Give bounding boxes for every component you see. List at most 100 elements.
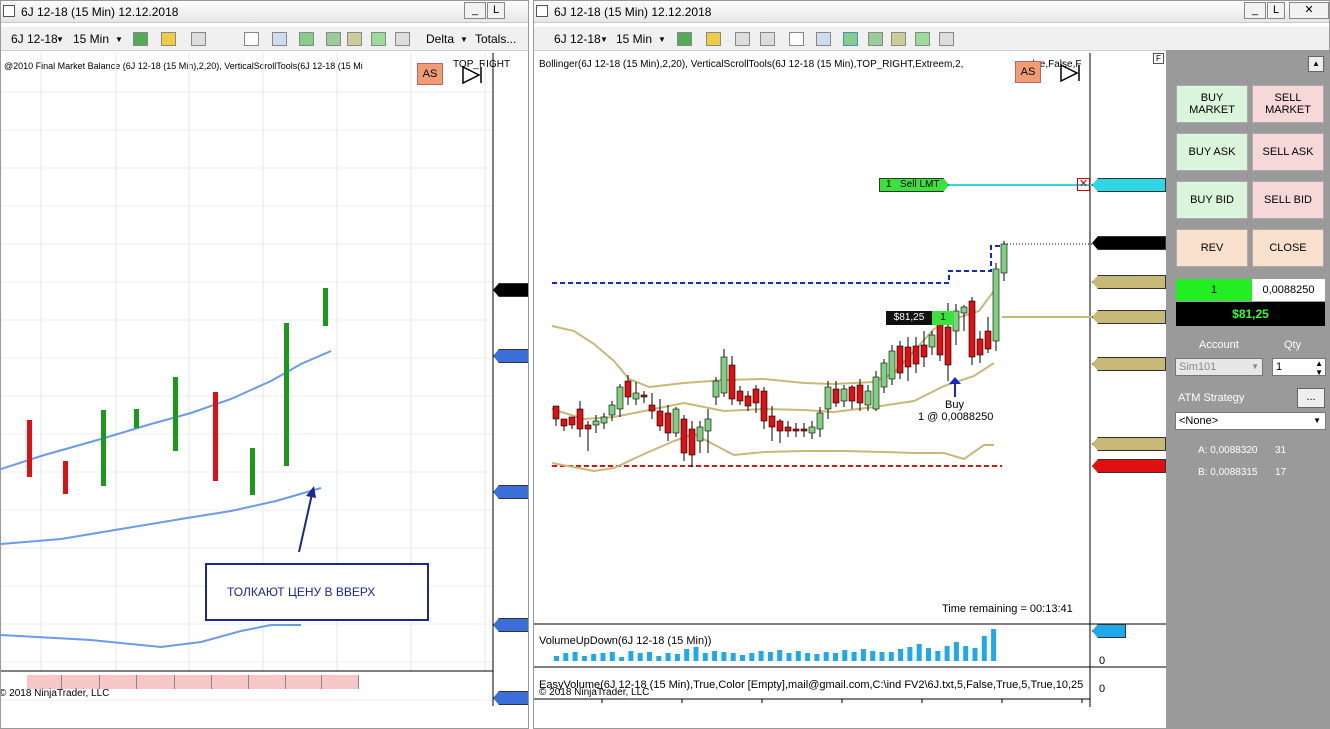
annotation-text: ТОЛКАЮТ ЦЕНУ В ВВЕРХ: [227, 585, 376, 599]
candle-body: [960, 306, 968, 314]
atm-strategy-label: ATM Strategy: [1178, 392, 1245, 404]
cursor-icon[interactable]: [244, 32, 259, 46]
footprint-bar: [213, 392, 218, 481]
volume-bar: [619, 657, 625, 661]
price-marker: [493, 485, 528, 499]
buy-market-button[interactable]: BUY MARKET: [1176, 85, 1248, 123]
chevron-down-icon[interactable]: ▼: [115, 35, 123, 44]
time-remaining: Time remaining = 00:13:41: [942, 603, 1073, 615]
chevron-down-icon: ▼: [1251, 362, 1259, 371]
sell-order-tag[interactable]: 1 Sell LMT: [879, 178, 949, 192]
volume-bar: [563, 653, 569, 661]
volume-bar: [907, 647, 913, 661]
candle-body: [736, 390, 744, 402]
volume-bar: [870, 651, 876, 661]
candle-body: [896, 345, 904, 374]
price-marker-stop: [1092, 459, 1166, 473]
qty-stepper[interactable]: 1 ▲ ▼: [1272, 358, 1326, 377]
account-select[interactable]: Sim101 ▼: [1175, 358, 1263, 376]
strategies-icon[interactable]: [347, 32, 362, 46]
volume-bar: [693, 647, 699, 661]
sell-ask-button[interactable]: SELL ASK: [1252, 133, 1324, 171]
volume-bar: [712, 651, 718, 661]
volume-bar: [758, 651, 764, 661]
delta-total-cell: [62, 675, 100, 689]
chevron-down-icon[interactable]: ▼: [460, 35, 468, 44]
cancel-order-icon[interactable]: ✕: [1077, 178, 1090, 191]
atm-value: <None>: [1179, 415, 1219, 427]
sell-order-qty: 1: [886, 179, 892, 190]
annotation-arrow: [298, 493, 313, 553]
footprint-bar: [323, 288, 328, 326]
pnl-display: $81,25: [1176, 302, 1325, 326]
bid-price: B: 0,0088315: [1198, 467, 1258, 478]
link-button[interactable]: L: [487, 2, 505, 19]
candle-body: [616, 386, 624, 410]
candle-body: [688, 428, 696, 456]
crosshair-icon[interactable]: [191, 32, 206, 46]
scroll-end-icon[interactable]: [461, 65, 485, 85]
sell-bid-button[interactable]: SELL BID: [1252, 181, 1324, 219]
price-marker: [493, 618, 528, 632]
volume-bar: [916, 644, 922, 661]
sell-market-button[interactable]: SELL MARKET: [1252, 85, 1324, 123]
ask-size: 31: [1275, 445, 1287, 456]
instrument-selector[interactable]: 6J 12-18: [11, 32, 58, 46]
position-tag[interactable]: $81,25 1: [886, 311, 954, 325]
chevron-down-icon: ▼: [1313, 416, 1321, 425]
chevron-down-icon[interactable]: ▼: [56, 35, 64, 44]
minimize-button[interactable]: _: [464, 2, 486, 19]
stepper-down-icon[interactable]: ▼: [1315, 365, 1323, 381]
price-marker-position: [1092, 310, 1166, 324]
volume-bar: [637, 653, 643, 661]
volume-bar: [842, 650, 848, 661]
left-indicator-label: @2010 Final Market Balance (6J 12-18 (15…: [4, 61, 363, 71]
candle-body: [672, 408, 680, 434]
bar-type-icon[interactable]: [133, 32, 148, 46]
annotation-box: ТОЛКАЮТ ЦЕНУ В ВВЕРХ: [205, 563, 429, 621]
candle-body: [984, 330, 992, 350]
pencil-icon[interactable]: [161, 32, 176, 46]
totals-dropdown[interactable]: Totals...: [475, 32, 516, 46]
volume-bar: [814, 654, 820, 661]
footprint-bar: [173, 377, 178, 451]
close-position-button[interactable]: CLOSE: [1252, 229, 1324, 267]
candle-body: [856, 384, 864, 404]
volume-bar: [786, 653, 792, 661]
entry-line: [552, 245, 1002, 284]
volume-bar: [609, 652, 615, 661]
candle-body: [664, 412, 672, 434]
zoom-icon[interactable]: [272, 32, 287, 46]
volume-bar: [991, 629, 997, 661]
interval-selector[interactable]: 15 Min: [73, 32, 109, 46]
candle-body: [944, 326, 952, 366]
delta-dropdown[interactable]: Delta: [426, 32, 454, 46]
candle-body: [976, 338, 984, 356]
candle-body: [928, 334, 936, 348]
left-toolbar: 6J 12-18 ▼ 15 Min ▼ Delta ▼ Totals...: [1, 27, 528, 51]
candle-body: [864, 390, 872, 406]
candle-body: [1000, 243, 1008, 274]
as-button[interactable]: AS: [417, 63, 443, 85]
price-marker-volume: [1092, 624, 1126, 638]
price-marker-bb-mid: [1092, 357, 1166, 371]
volume-bar: [554, 656, 559, 661]
candle-body: [744, 395, 752, 407]
atm-strategy-select[interactable]: <None> ▼: [1175, 412, 1326, 430]
candle-body: [784, 426, 792, 432]
properties-icon[interactable]: [395, 32, 410, 46]
data-box-icon[interactable]: [299, 32, 314, 46]
atm-settings-button[interactable]: ...: [1297, 388, 1325, 408]
volume-bar: [860, 649, 866, 661]
buy-ask-button[interactable]: BUY ASK: [1176, 133, 1248, 171]
dollar-icon[interactable]: [371, 32, 386, 46]
volume-bar: [656, 656, 662, 661]
volume-bar: [953, 642, 959, 661]
volume-bar: [740, 655, 745, 661]
footprint-bar: [101, 410, 106, 486]
volume-bar: [935, 651, 941, 661]
indicators-icon[interactable]: [326, 32, 341, 46]
buy-bid-button[interactable]: BUY BID: [1176, 181, 1248, 219]
panel-collapse-button[interactable]: ▲: [1308, 56, 1324, 72]
reverse-button[interactable]: REV: [1176, 229, 1248, 267]
